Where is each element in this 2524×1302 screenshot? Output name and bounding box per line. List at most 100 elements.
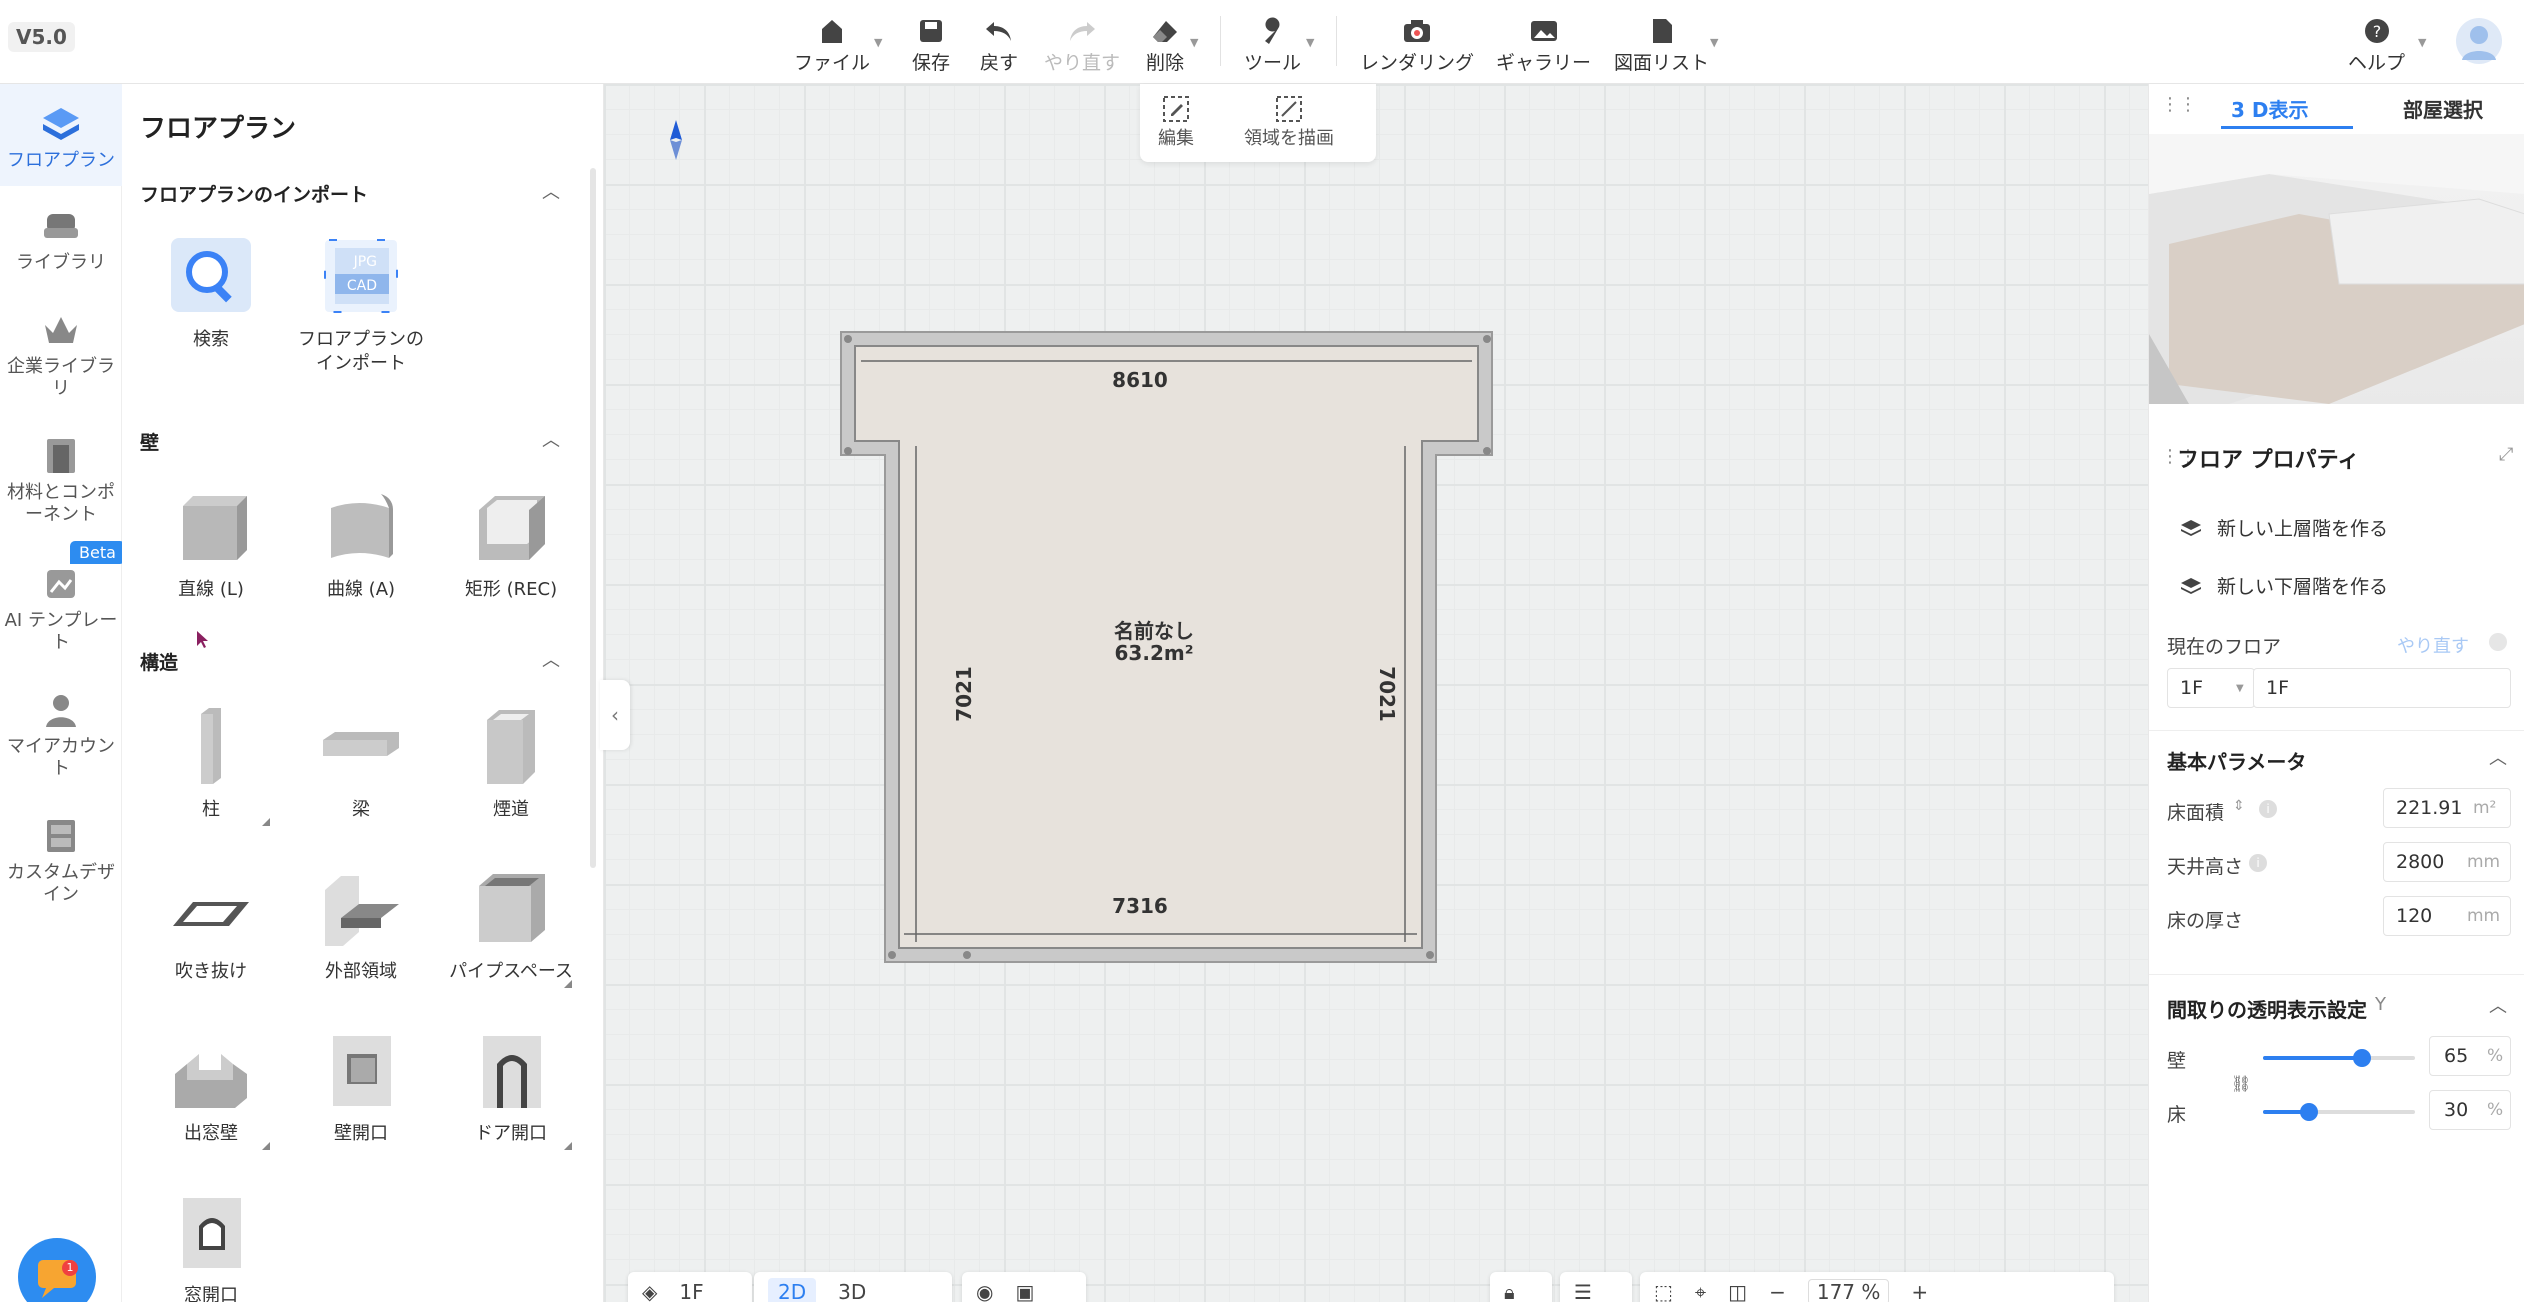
eye-icon[interactable]: ◉ [976,1280,993,1302]
floorplan-icon [39,98,83,150]
import-floorplan-item[interactable]: JPG CAD フロアプランの インポート [286,234,436,376]
wall-straight-item[interactable]: 直線 (L) [136,484,286,602]
redo-button[interactable]: やり直す [1044,14,1120,75]
catalog-panel: フロアプラン フロアプランのインポート ︿ 検索 JPG CAD フロアプランの … [122,84,604,1302]
view-2d-button[interactable]: 2D [768,1278,817,1302]
chat-button[interactable] [18,1238,96,1302]
floor-slider-handle[interactable] [2299,1103,2318,1121]
chevron-up-icon[interactable]: ︿ [2489,744,2507,770]
chevron-up-icon[interactable]: ︿ [2489,992,2507,1018]
cube-icon[interactable]: ▣ [1015,1280,1034,1302]
wall-section-header[interactable]: 壁 [140,428,159,455]
room-label[interactable]: 名前なし 63.2m² [1084,620,1224,664]
wall-rect-item[interactable]: 矩形 (REC) [436,484,586,602]
wall-opening-item[interactable]: 壁開口 [286,1028,436,1146]
collapse-panel-button[interactable]: ‹ [600,680,630,750]
rail-item-floorplan[interactable]: フロアプラン [0,84,122,186]
link-icon[interactable]: ⛓︎ [2231,1074,2251,1093]
tools-caret-icon[interactable]: ▼ [1306,36,1314,49]
rail-item-custom-design[interactable]: カスタムデザイン [0,810,122,906]
floorplan-canvas[interactable]: 8610 7316 7021 7021 名前なし 63.2m² ◈ 1F 2D … [604,84,2148,1302]
flue-item[interactable]: 煙道 [436,704,586,822]
zoom-out-button[interactable]: − [1769,1280,1786,1302]
zoom-input[interactable]: 177 % [1807,1279,1890,1302]
3d-preview[interactable] [2149,134,2524,404]
new-lower-floor-button[interactable]: 新しい下層階を作る [2179,572,2388,599]
transparency-header[interactable]: 間取りの透明表示設定 [2167,994,2367,1023]
submenu-indicator-icon[interactable] [564,1142,572,1150]
zoom-in-button[interactable]: + [1911,1280,1928,1302]
window-opening-item[interactable]: 窓開口 [136,1190,286,1302]
avatar[interactable] [2456,18,2502,64]
wall-transparency-slider[interactable] [2263,1049,2415,1067]
straight-wall-icon [169,484,253,568]
gallery-button[interactable]: ギャラリー [1496,14,1591,75]
align-button[interactable]: ☰ [1560,1272,1632,1302]
floor-name-input[interactable]: 1F [2253,668,2511,708]
view-3d-button[interactable]: 3D [838,1280,866,1302]
help-caret-icon[interactable]: ▼ [2418,36,2426,49]
drawing-list-caret-icon[interactable]: ▼ [1710,36,1718,49]
file-menu-button[interactable]: ファイル [794,14,870,75]
help-icon: ? [2363,14,2391,48]
door-opening-item[interactable]: ドア開口 [436,1028,586,1146]
rail-item-materials[interactable]: 材料とコンポーネント [0,430,122,526]
floor-transparency-slider[interactable] [2263,1103,2415,1121]
wall-slider-handle[interactable] [2352,1049,2371,1067]
bay-window-wall-item[interactable]: 出窓壁 [136,1028,286,1146]
image-icon [1529,14,1559,48]
info-icon [2489,633,2507,651]
atrium-item[interactable]: 吹き抜け [136,866,286,984]
dimension-bottom[interactable]: 7316 [1100,894,1180,918]
expand-icon[interactable]: ⤢ [2499,444,2513,465]
floor-select[interactable]: 1F ▼ [2167,668,2255,708]
dimension-left[interactable]: 7021 [952,654,976,734]
fit-icon[interactable]: ⬚ [1654,1280,1673,1302]
rail-item-library[interactable]: ライブラリ [0,200,122,274]
import-section-header[interactable]: フロアプランのインポート [140,180,368,207]
submenu-indicator-icon[interactable] [262,1142,270,1150]
lock-button[interactable]: 🔒︎ [1490,1272,1552,1302]
draw-area-button[interactable]: 領域を描画 [1244,94,1334,150]
submenu-indicator-icon[interactable] [262,818,270,826]
delete-caret-icon[interactable]: ▼ [1190,36,1198,49]
catalog-scrollbar[interactable] [590,168,596,868]
view-toggle: 2D 3D [754,1272,952,1302]
redo-link[interactable]: やり直す [2397,632,2469,658]
basic-params-header[interactable]: 基本パラメータ [2167,746,2306,775]
sort-icon[interactable]: ⇕ [2233,798,2245,814]
edit-button[interactable]: 編集 [1158,94,1194,150]
pipe-space-item[interactable]: パイプスペース [436,866,586,984]
new-upper-floor-button[interactable]: 新しい上層階を作る [2179,514,2388,541]
wall-curved-item[interactable]: 曲線 (A) [286,484,436,602]
chevron-up-icon[interactable]: ︿ [542,178,560,204]
help-button[interactable]: ? ヘルプ [2348,14,2405,75]
dimension-right[interactable]: 7021 [1375,654,1399,734]
chevron-up-icon[interactable]: ︿ [542,646,560,672]
delete-button[interactable]: 削除 [1146,14,1184,75]
rail-item-enterprise-library[interactable]: 企業ライブラリ [0,304,122,400]
tab-room-select[interactable]: 部屋選択 [2403,94,2483,123]
rail-item-ai-template[interactable]: AI テンプレート [0,558,122,654]
structure-section-header[interactable]: 構造 [140,648,178,675]
focus-icon[interactable]: ⌖ [1695,1280,1706,1302]
measure-icon[interactable]: ◫ [1728,1280,1747,1302]
tab-3d-view[interactable]: 3 D表示 [2231,94,2308,123]
tools-menu-button[interactable]: ツール [1244,14,1301,75]
save-button[interactable]: 保存 [912,14,950,75]
chevron-up-icon[interactable]: ︿ [542,426,560,452]
rail-item-my-account[interactable]: マイアカウント [0,684,122,780]
file-caret-icon[interactable]: ▼ [874,36,882,49]
dimension-top[interactable]: 8610 [1100,368,1180,392]
exterior-area-item[interactable]: 外部領域 [286,866,436,984]
rendering-button[interactable]: レンダリング [1360,14,1474,75]
drag-handle-icon[interactable]: ⋮⋮ [2161,94,2197,115]
submenu-indicator-icon[interactable] [564,980,572,988]
search-floorplan-item[interactable]: 検索 [136,234,286,352]
undo-button[interactable]: 戻す [980,14,1018,75]
beam-item[interactable]: 梁 [286,704,436,822]
floor-selector[interactable]: ◈ 1F [628,1272,752,1302]
file-label: ファイル [794,52,871,74]
column-item[interactable]: 柱 [136,704,286,822]
drawing-list-button[interactable]: 図面リスト [1614,14,1709,75]
